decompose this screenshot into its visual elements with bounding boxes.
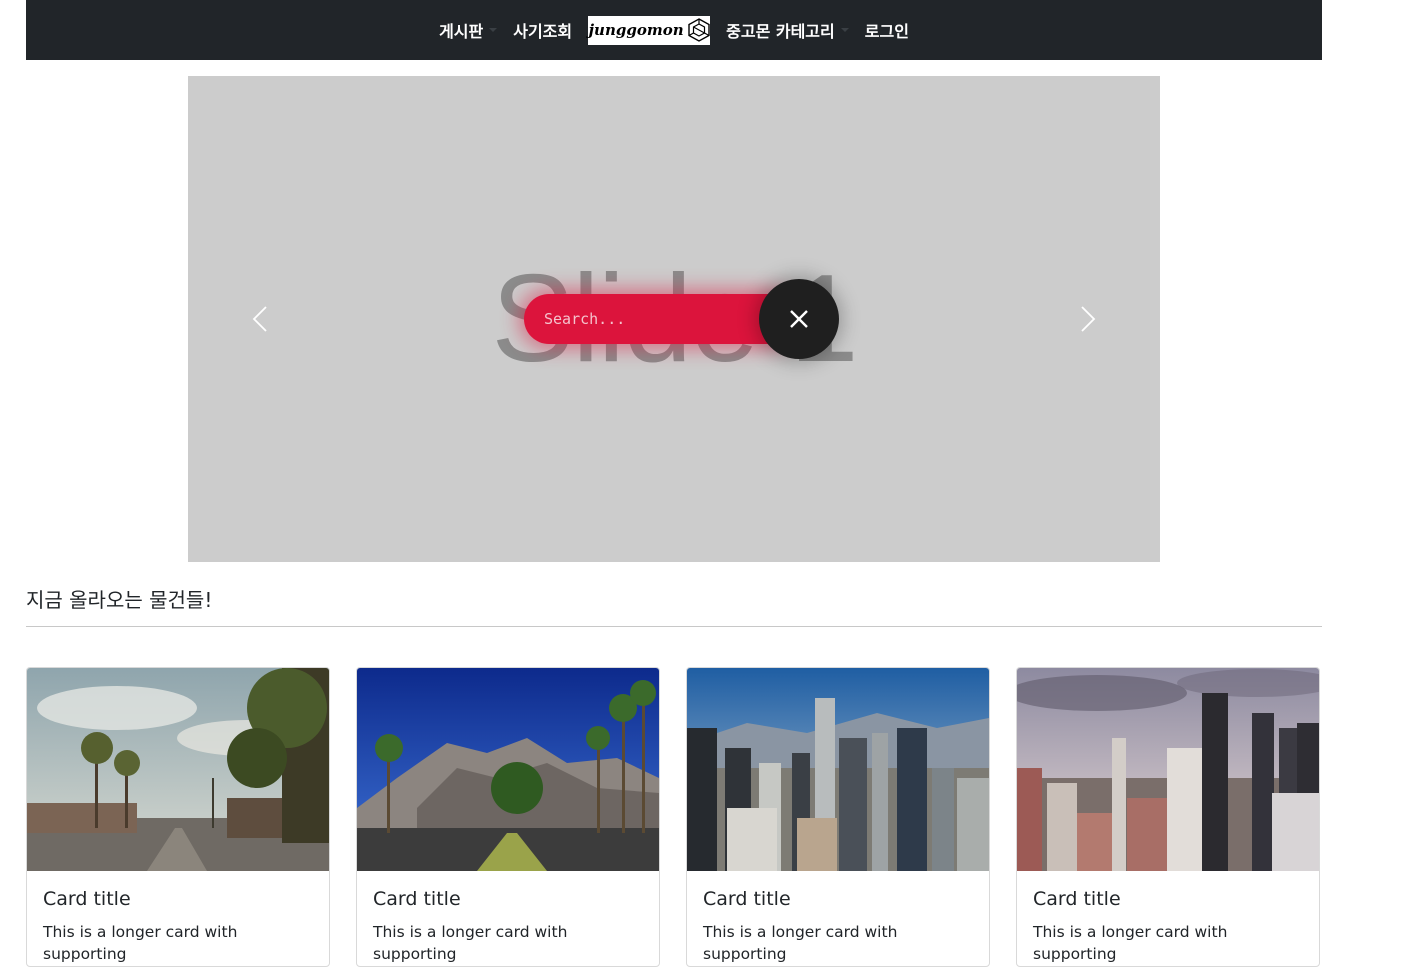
nav-category-label: 중고몬 카테고리 <box>726 22 835 41</box>
carousel-next-button[interactable] <box>1072 304 1102 334</box>
card-title: Card title <box>1033 888 1121 910</box>
section-title: 지금 올라오는 물건들! <box>26 588 213 612</box>
search-close-button[interactable] <box>759 279 839 359</box>
card-title: Card title <box>43 888 131 910</box>
nav-login-label: 로그인 <box>864 22 909 41</box>
chevron-right-icon <box>1081 306 1096 332</box>
brand-logo-text: junggomon <box>588 21 684 39</box>
carousel-prev-button[interactable] <box>246 304 276 334</box>
top-navbar: 게시판 사기조회 junggomon 중고몬 카테고리 로그인 <box>26 0 1322 60</box>
card-title: Card title <box>703 888 791 910</box>
nav-fraud-check[interactable]: 사기조회 <box>505 18 580 42</box>
card-text: This is a longer card with supporting <box>1033 923 1228 963</box>
product-card[interactable]: Card title This is a longer card with su… <box>686 667 990 967</box>
card-text: This is a longer card with supporting <box>373 923 568 963</box>
nav-fraud-check-label: 사기조회 <box>513 22 573 41</box>
card-text: This is a longer card with supporting <box>43 923 238 963</box>
brand-logo-icon <box>687 18 710 42</box>
card-grid: Card title This is a longer card with su… <box>26 667 1322 967</box>
nav-board-label: 게시판 <box>439 22 484 41</box>
section-divider <box>26 626 1322 627</box>
product-card[interactable]: Card title This is a longer card with su… <box>356 667 660 967</box>
card-image-downtown <box>1017 668 1319 871</box>
caret-down-icon <box>840 28 849 32</box>
nav-board-dropdown[interactable]: 게시판 <box>431 18 505 42</box>
product-card[interactable]: Card title This is a longer card with su… <box>26 667 330 967</box>
card-text: This is a longer card with supporting <box>703 923 898 963</box>
card-title: Card title <box>373 888 461 910</box>
brand-logo[interactable]: junggomon <box>588 15 711 45</box>
card-image-city-skyline <box>687 668 989 871</box>
product-card[interactable]: Card title This is a longer card with su… <box>1016 667 1320 967</box>
card-image-palm-street <box>27 668 329 871</box>
card-image-mountain-road <box>357 668 659 871</box>
nav-category-dropdown[interactable]: 중고몬 카테고리 <box>718 18 857 42</box>
caret-down-icon <box>489 28 498 32</box>
search-overlay <box>524 279 844 359</box>
search-input[interactable] <box>524 294 794 344</box>
close-icon <box>790 310 808 328</box>
nav-login[interactable]: 로그인 <box>857 18 917 42</box>
chevron-left-icon <box>252 306 267 332</box>
